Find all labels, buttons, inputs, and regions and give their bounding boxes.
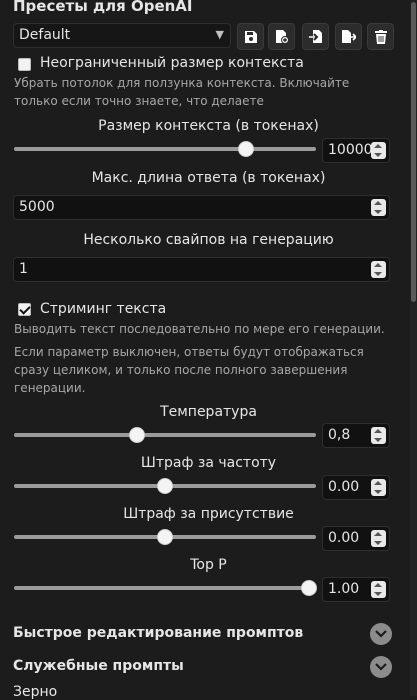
chevron-down-icon <box>375 630 387 638</box>
utility-prompts-expand-button[interactable] <box>370 656 392 678</box>
spinner-icon[interactable] <box>371 427 386 444</box>
temperature-label: Температура <box>160 404 257 420</box>
utility-prompts-section-title[interactable]: Служебные промпты <box>13 658 184 674</box>
save-preset-button[interactable] <box>237 23 264 50</box>
spinner-icon[interactable] <box>371 261 386 278</box>
freq-penalty-input[interactable]: 0.00 <box>322 475 390 500</box>
freq-penalty-label: Штраф за частоту <box>140 455 277 471</box>
freq-penalty-slider-thumb[interactable] <box>157 478 173 494</box>
context-size-slider-track[interactable] <box>14 147 316 151</box>
preset-select-value: Default <box>19 27 71 43</box>
freq-penalty-value: 0.00 <box>328 479 360 495</box>
chevron-down-icon <box>375 663 387 671</box>
context-size-input[interactable]: 100000 <box>322 138 390 163</box>
presence-penalty-value: 0.00 <box>328 530 360 546</box>
seed-label: Зерно <box>13 684 58 700</box>
streaming-label: Стриминг текста <box>40 301 167 317</box>
max-response-value: 5000 <box>19 199 55 215</box>
spinner-icon[interactable] <box>371 199 386 216</box>
export-icon <box>342 30 356 43</box>
chevron-down-icon: ▼ <box>215 28 224 41</box>
spinner-icon[interactable] <box>371 142 386 159</box>
temperature-slider-thumb[interactable] <box>129 427 145 443</box>
temperature-slider-track[interactable] <box>14 433 316 437</box>
streaming-hint-3: сразу целиком, и только после полного за… <box>14 363 348 377</box>
quick-edit-section-title[interactable]: Быстрое редактирование промптов <box>13 625 303 641</box>
streaming-hint-2: Если параметр выключен, ответы будут ото… <box>14 345 364 359</box>
trash-icon <box>374 29 387 44</box>
swipes-input[interactable]: 1 <box>13 257 390 282</box>
presence-penalty-input[interactable]: 0.00 <box>322 526 390 551</box>
top-p-slider-track[interactable] <box>14 586 316 590</box>
swipes-value: 1 <box>19 261 28 277</box>
streaming-checkbox[interactable] <box>18 303 31 316</box>
unlimited-context-checkbox[interactable] <box>18 58 31 71</box>
delete-preset-button[interactable] <box>367 23 394 50</box>
presence-penalty-label: Штраф за присутствие <box>123 506 294 522</box>
spinner-icon[interactable] <box>371 581 386 598</box>
preset-select[interactable]: Default ▼ <box>13 23 231 48</box>
max-response-input[interactable]: 5000 <box>13 195 390 220</box>
quick-edit-expand-button[interactable] <box>370 623 392 645</box>
presence-penalty-slider-thumb[interactable] <box>157 529 173 545</box>
top-p-value: 1.00 <box>328 581 360 597</box>
unlimited-context-hint-1: Убрать потолок для ползунка контекста. В… <box>14 76 350 90</box>
new-file-icon <box>275 30 289 44</box>
spinner-icon[interactable] <box>371 530 386 547</box>
scrollbar[interactable] <box>410 0 417 696</box>
temperature-value: 0,8 <box>328 427 351 443</box>
unlimited-context-hint-2: только если точно знаете, что делаете <box>14 94 264 108</box>
context-size-label: Размер контекста (в токенах) <box>98 118 319 134</box>
spinner-icon[interactable] <box>371 479 386 496</box>
context-size-slider-thumb[interactable] <box>238 141 254 157</box>
import-preset-button[interactable] <box>302 23 329 50</box>
export-preset-button[interactable] <box>335 23 362 50</box>
save-icon <box>244 30 257 43</box>
max-response-label: Макс. длина ответа (в токенах) <box>91 170 326 186</box>
swipes-label: Несколько свайпов на генерацию <box>83 232 334 248</box>
streaming-hint-4: генерации. <box>14 381 86 395</box>
import-icon <box>309 30 322 43</box>
panel-title: Пресеты для OpenAI <box>13 0 193 15</box>
top-p-input[interactable]: 1.00 <box>322 577 390 602</box>
scrollbar-thumb[interactable] <box>411 2 416 302</box>
top-p-slider-thumb[interactable] <box>301 580 317 596</box>
temperature-input[interactable]: 0,8 <box>322 423 390 448</box>
new-preset-button[interactable] <box>268 23 295 50</box>
streaming-hint-1: Выводить текст последовательно по мере е… <box>14 322 385 336</box>
unlimited-context-label: Неограниченный размер контекста <box>40 55 304 71</box>
top-p-label: Top P <box>190 557 227 573</box>
